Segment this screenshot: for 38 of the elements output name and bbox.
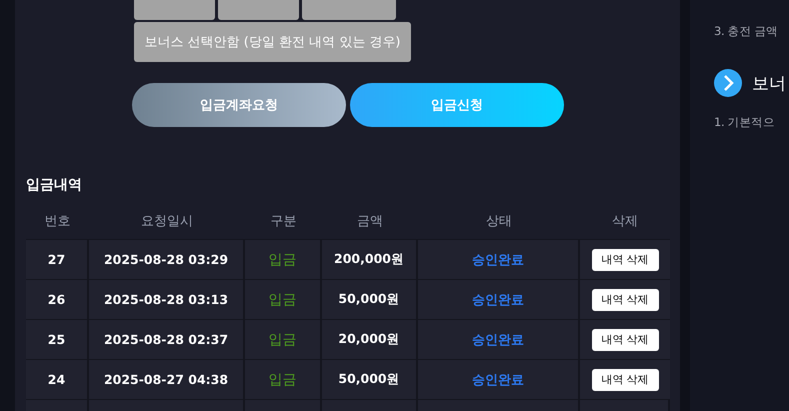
delete-button[interactable]: 내역 삭제	[592, 328, 658, 350]
column-header: 상태	[485, 213, 513, 230]
chevron-icon	[714, 69, 742, 97]
game-option-button[interactable]	[302, 0, 396, 20]
delete-button[interactable]: 내역 삭제	[592, 288, 658, 310]
type-label: 입금	[268, 330, 296, 348]
status-label: 승인완료	[472, 252, 524, 268]
table-cell: 200,000원	[334, 251, 404, 268]
column-header: 요청일시	[140, 213, 194, 230]
table-cell: 2025-08-28 03:13	[104, 292, 228, 307]
delete-button[interactable]: 내역 삭제	[592, 248, 658, 270]
type-label: 입금	[268, 250, 296, 268]
table-cell: 25	[48, 332, 66, 347]
info-text: 1. 기본적으	[714, 114, 776, 131]
table-cell: 50,000원	[338, 371, 400, 388]
status-label: 승인완료	[472, 292, 524, 308]
type-label: 입금	[268, 290, 296, 308]
column-header: 금액	[356, 213, 384, 230]
column-header: 구분	[270, 213, 298, 230]
section-heading: 보너	[752, 72, 786, 94]
table-cell: 2025-08-28 02:37	[104, 332, 228, 347]
table-cell: 24	[48, 372, 66, 387]
table-cell: 26	[48, 292, 66, 307]
table-cell: 20,000원	[338, 331, 400, 348]
game-option-button[interactable]	[134, 0, 215, 20]
status-label: 승인완료	[472, 332, 524, 348]
column-header: 삭제	[611, 213, 639, 230]
status-label: 승인완료	[472, 372, 524, 388]
table-cell: 2025-08-27 04:38	[104, 372, 228, 387]
type-label: 입금	[268, 370, 296, 388]
game-option-button[interactable]	[218, 0, 299, 20]
info-text: 3. 충전 금액	[714, 23, 779, 40]
table-cell: 50,000원	[338, 291, 400, 308]
table-cell: 27	[48, 252, 66, 267]
table-cell: 2025-08-28 03:29	[104, 252, 228, 267]
section-title: 입금내역	[26, 176, 83, 195]
delete-button[interactable]: 내역 삭제	[592, 368, 658, 390]
column-header: 번호	[44, 213, 72, 230]
